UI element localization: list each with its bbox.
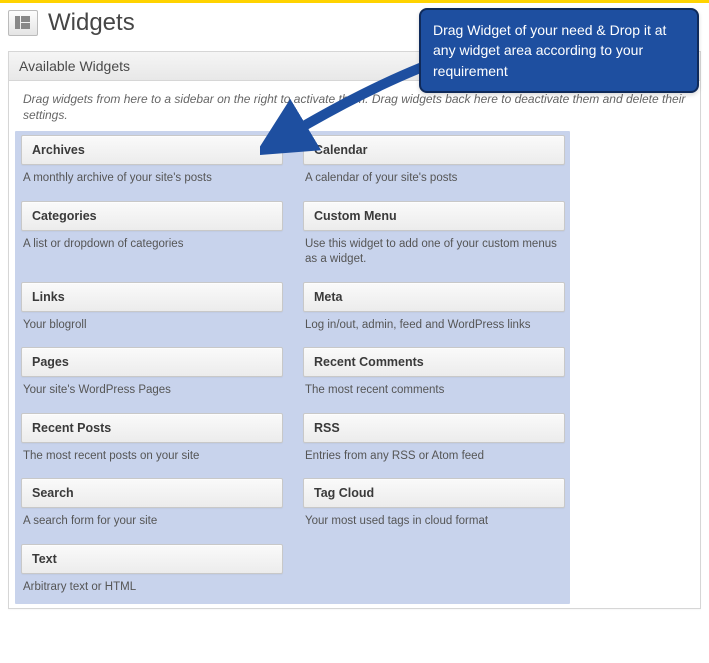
- widget-desc: A calendar of your site's posts: [303, 165, 565, 187]
- annotation-text: Drag Widget of your need & Drop it at an…: [433, 22, 666, 79]
- widget-title[interactable]: Meta: [303, 282, 565, 312]
- widget-recent-comments[interactable]: Recent Comments The most recent comments: [303, 347, 565, 399]
- available-widgets-grid: Archives A monthly archive of your site'…: [21, 135, 565, 595]
- widget-desc: Log in/out, admin, feed and WordPress li…: [303, 312, 565, 334]
- widget-title[interactable]: Recent Comments: [303, 347, 565, 377]
- widget-title[interactable]: Calendar: [303, 135, 565, 165]
- widget-title[interactable]: Search: [21, 478, 283, 508]
- annotation-callout: Drag Widget of your need & Drop it at an…: [419, 8, 699, 93]
- widget-title[interactable]: Pages: [21, 347, 283, 377]
- widget-desc: The most recent posts on your site: [21, 443, 283, 465]
- widget-pages[interactable]: Pages Your site's WordPress Pages: [21, 347, 283, 399]
- widget-desc: Use this widget to add one of your custo…: [303, 231, 565, 268]
- widget-desc: The most recent comments: [303, 377, 565, 399]
- widget-title[interactable]: Links: [21, 282, 283, 312]
- widget-text[interactable]: Text Arbitrary text or HTML: [21, 544, 283, 596]
- widget-desc: A list or dropdown of categories: [21, 231, 283, 253]
- widget-desc: A monthly archive of your site's posts: [21, 165, 283, 187]
- widget-recent-posts[interactable]: Recent Posts The most recent posts on yo…: [21, 413, 283, 465]
- widget-holder: Archives A monthly archive of your site'…: [9, 127, 700, 607]
- widget-desc: Your blogroll: [21, 312, 283, 334]
- widget-categories[interactable]: Categories A list or dropdown of categor…: [21, 201, 283, 268]
- widget-title[interactable]: Recent Posts: [21, 413, 283, 443]
- widget-title[interactable]: Categories: [21, 201, 283, 231]
- widget-title[interactable]: Tag Cloud: [303, 478, 565, 508]
- page-title: Widgets: [48, 9, 135, 37]
- widget-title[interactable]: Text: [21, 544, 283, 574]
- widget-links[interactable]: Links Your blogroll: [21, 282, 283, 334]
- available-widgets-panel: Available Widgets Drag widgets from here…: [8, 51, 701, 609]
- widget-rss[interactable]: RSS Entries from any RSS or Atom feed: [303, 413, 565, 465]
- widget-title[interactable]: Custom Menu: [303, 201, 565, 231]
- widget-desc: Arbitrary text or HTML: [21, 574, 283, 596]
- widgets-icon-glyph: [15, 16, 31, 30]
- widget-desc: Your most used tags in cloud format: [303, 508, 565, 530]
- widget-tag-cloud[interactable]: Tag Cloud Your most used tags in cloud f…: [303, 478, 565, 530]
- widget-desc: A search form for your site: [21, 508, 283, 530]
- widget-title[interactable]: Archives: [21, 135, 283, 165]
- widget-custom-menu[interactable]: Custom Menu Use this widget to add one o…: [303, 201, 565, 268]
- widgets-admin-page: Widgets Available Widgets Drag widgets f…: [0, 0, 709, 663]
- widget-title[interactable]: RSS: [303, 413, 565, 443]
- widget-desc: Your site's WordPress Pages: [21, 377, 283, 399]
- widget-calendar[interactable]: Calendar A calendar of your site's posts: [303, 135, 565, 187]
- widget-desc: Entries from any RSS or Atom feed: [303, 443, 565, 465]
- widget-meta[interactable]: Meta Log in/out, admin, feed and WordPre…: [303, 282, 565, 334]
- widget-archives[interactable]: Archives A monthly archive of your site'…: [21, 135, 283, 187]
- widgets-icon: [8, 10, 38, 36]
- widget-search[interactable]: Search A search form for your site: [21, 478, 283, 530]
